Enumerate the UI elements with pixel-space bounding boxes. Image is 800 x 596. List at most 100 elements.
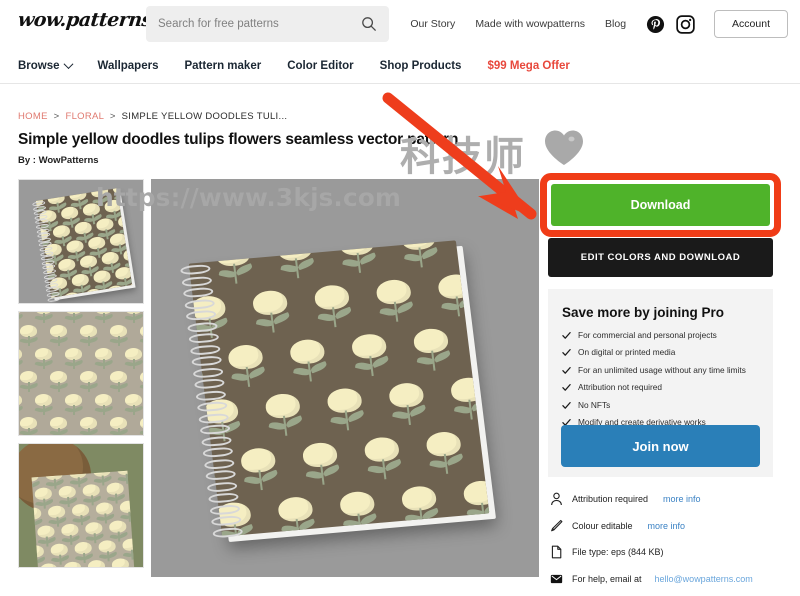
tulip-motif: [64, 348, 84, 369]
pro-feature-item: For an unlimited usage without any time …: [562, 364, 759, 376]
tulip-motif: [276, 240, 316, 279]
more-info-link-attribution[interactable]: more info: [663, 494, 701, 504]
check-icon: [562, 331, 571, 339]
spiral-ring: [188, 332, 220, 344]
breadcrumb-home[interactable]: HOME: [18, 111, 48, 122]
spiral-ring: [196, 400, 228, 413]
nav-item-wallpapers[interactable]: Wallpapers: [98, 60, 159, 72]
tulip-motif: [214, 240, 254, 284]
tulip-motif: [49, 325, 69, 346]
download-button[interactable]: Download: [551, 184, 770, 226]
nav-item-mega-offer[interactable]: $99 Mega Offer: [487, 60, 569, 72]
spiral-ring: [189, 343, 221, 356]
tulip-motif: [122, 538, 135, 560]
tulip-motif: [119, 500, 135, 522]
spiral-ring: [181, 275, 213, 287]
tulip-motif: [227, 343, 267, 387]
tulip-motif: [139, 325, 143, 345]
tulip-motif: [70, 272, 92, 295]
spiral-ring: [203, 457, 235, 470]
search-input[interactable]: [158, 18, 361, 30]
info-label-colour-editable: Colour editable: [572, 520, 633, 531]
tulip-motif: [412, 327, 452, 371]
search-bar[interactable]: [146, 6, 389, 42]
tulip-motif: [139, 371, 143, 391]
envelope-icon: [550, 574, 563, 583]
top-link-made-with[interactable]: Made with wowpatterns: [475, 18, 585, 30]
nav-item-browse[interactable]: Browse: [18, 59, 73, 72]
site-logo[interactable]: wow.patterns: [17, 9, 153, 31]
tulip-motif: [79, 254, 100, 277]
tulip-motif: [326, 387, 366, 431]
tulip-motif: [63, 561, 82, 567]
tulip-motif: [363, 436, 403, 480]
nav-item-color-editor[interactable]: Color Editor: [287, 60, 353, 72]
more-info-link-colour[interactable]: more info: [648, 521, 686, 531]
tulip-motif: [95, 501, 115, 524]
tulip-motif: [79, 325, 99, 346]
spiral-ring: [210, 514, 242, 527]
nav-item-pattern-maker[interactable]: Pattern maker: [184, 60, 261, 72]
info-row-attribution: Attribution required more info: [550, 492, 790, 506]
pro-feature-item: No NFTs: [562, 399, 759, 411]
tulip-motif: [87, 559, 106, 567]
nav-item-shop-products[interactable]: Shop Products: [380, 60, 462, 72]
tulip-motif: [116, 470, 135, 484]
tulip-motif: [288, 338, 328, 382]
search-icon[interactable]: [361, 16, 377, 32]
tulip-motif: [79, 371, 99, 392]
product-main-image[interactable]: https://www.3kjs.com: [151, 179, 539, 577]
check-icon: [562, 366, 571, 374]
tulip-motif: [337, 240, 378, 273]
tulip-motif: [109, 417, 129, 435]
join-now-button[interactable]: Join now: [561, 425, 760, 467]
thumbnail-2[interactable]: [18, 311, 144, 436]
tulip-motif: [60, 523, 81, 545]
info-label-file-type: File type: eps (844 KB): [572, 547, 664, 557]
tulip-motif: [47, 505, 68, 527]
tulip-motif: [350, 332, 390, 377]
tulip-motif: [124, 312, 143, 323]
tulip-motif: [124, 348, 143, 369]
top-nav-links: Our Story Made with wowpatterns Blog Acc…: [410, 0, 788, 48]
tulip-motif: [19, 417, 39, 435]
tulip-motif: [34, 487, 54, 509]
thumbnail-3[interactable]: [18, 443, 144, 568]
pro-upsell-box: Save more by joining Pro For commercial …: [548, 289, 773, 477]
breadcrumb-current: SIMPLE YELLOW DOODLES TULI...: [121, 111, 288, 122]
account-button[interactable]: Account: [714, 10, 788, 38]
tulip-motif: [39, 562, 58, 567]
spiral-ring: [193, 378, 225, 390]
pro-feature-item: Attribution not required: [562, 382, 759, 393]
breadcrumb-separator-2: >: [109, 111, 116, 122]
tulip-motif: [19, 394, 24, 413]
tulip-motif: [79, 417, 99, 435]
tulip-motif: [313, 283, 353, 328]
edit-colors-and-download-button[interactable]: EDIT COLORS AND DOWNLOAD: [548, 238, 773, 277]
spiral-ring: [185, 309, 217, 322]
help-email-link[interactable]: hello@wowpatterns.com: [655, 574, 753, 584]
pinterest-icon[interactable]: [646, 15, 665, 34]
tulip-motif: [399, 240, 439, 268]
spiral-ring: [198, 412, 230, 424]
pro-feature-label: No NFTs: [578, 399, 611, 410]
spiral-ring: [205, 469, 237, 481]
tulip-motif: [338, 490, 378, 534]
tulip-motif: [132, 518, 135, 539]
pro-feature-label: For an unlimited usage without any time …: [578, 364, 746, 375]
breadcrumb-separator-1: >: [53, 111, 60, 122]
tulip-motif: [87, 235, 108, 258]
thumbnail-1[interactable]: [18, 179, 144, 304]
spiral-ring: [179, 263, 211, 276]
breadcrumb-category[interactable]: FLORAL: [65, 111, 103, 122]
pro-feature-label: For commercial and personal projects: [578, 330, 717, 340]
top-link-our-story[interactable]: Our Story: [410, 18, 455, 30]
tulip-motif: [31, 506, 44, 529]
tulip-motif: [111, 188, 133, 203]
product-info-list: Attribution required more info Colour ed…: [550, 492, 790, 596]
top-link-blog[interactable]: Blog: [605, 18, 626, 30]
tulip-motif: [50, 543, 70, 565]
tulip-motif: [437, 533, 475, 537]
page-title: Simple yellow doodles tulips flowers sea…: [18, 131, 459, 148]
instagram-icon[interactable]: [676, 14, 695, 34]
